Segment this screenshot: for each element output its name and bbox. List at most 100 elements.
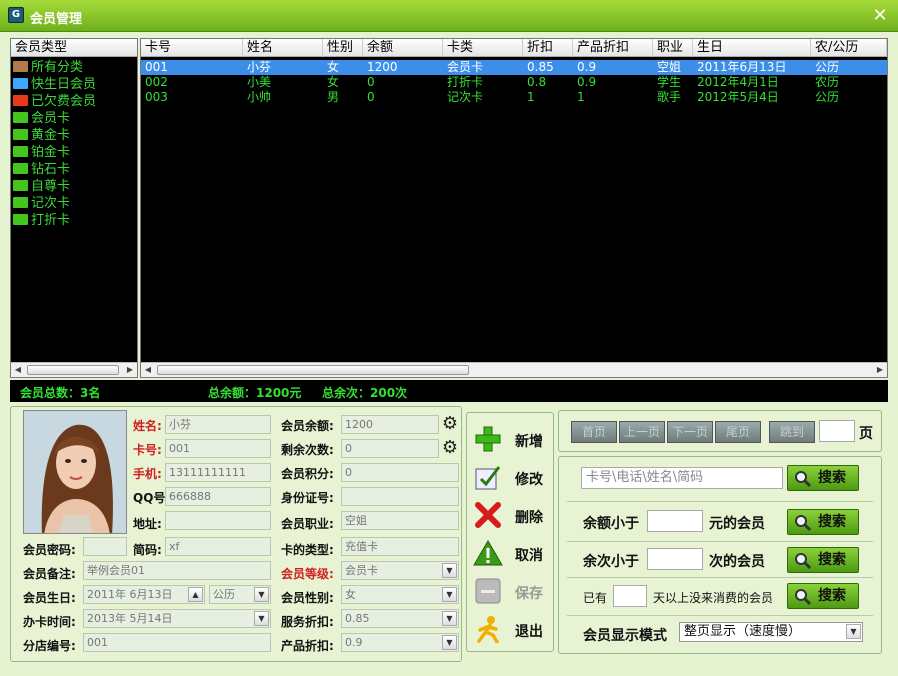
balance-search-button[interactable]: 搜索 <box>787 509 859 535</box>
display-mode-select[interactable]: 整页显示（速度慢） ▼ <box>679 622 863 642</box>
idle-search-button[interactable]: 搜索 <box>787 583 859 609</box>
col-header-gender[interactable]: 性别 <box>323 39 363 57</box>
phone-field[interactable]: 13111111111 <box>165 463 271 482</box>
tree-item-label: 快生日会员 <box>31 77 97 92</box>
points-field[interactable]: 0 <box>341 463 459 482</box>
col-header-card-type[interactable]: 卡类 <box>443 39 523 57</box>
table-cell: 女 <box>327 75 340 89</box>
col-header-name[interactable]: 姓名 <box>243 39 323 57</box>
gender-select[interactable]: 女 ▼ <box>341 585 459 604</box>
id-field[interactable] <box>341 487 459 506</box>
birthday-picker[interactable]: 2011年 6月13日 ▲ <box>83 585 205 604</box>
balance-threshold-input[interactable] <box>647 510 703 532</box>
tree-item-label: 打折卡 <box>31 213 71 228</box>
qq-field[interactable]: 666888 <box>165 487 271 506</box>
cancel-button[interactable]: 取消 <box>471 537 551 569</box>
chevron-down-icon[interactable]: ▼ <box>442 563 457 578</box>
card-date-picker[interactable]: 2013年 5月14日 ▼ <box>83 609 271 628</box>
card-type-field[interactable]: 充值卡 <box>341 537 459 556</box>
card-field[interactable]: 001 <box>165 439 271 458</box>
folder-icon <box>13 112 28 123</box>
tree-item[interactable]: 自尊卡 <box>13 178 70 195</box>
keyword-input[interactable]: 卡号\电话\姓名\简码 <box>581 467 783 489</box>
spin-icon[interactable]: ▲ <box>188 587 203 602</box>
idle-days-input[interactable] <box>613 585 647 607</box>
prev-page-button[interactable]: 上一页 <box>619 421 665 443</box>
times-search-button[interactable]: 搜索 <box>787 547 859 573</box>
tree-item[interactable]: 已欠费会员 <box>13 93 96 110</box>
scroll-right-icon[interactable]: ▶ <box>123 363 137 377</box>
scroll-right-icon[interactable]: ▶ <box>873 363 887 377</box>
calendar-select[interactable]: 公历 ▼ <box>209 585 271 604</box>
times-threshold-input[interactable] <box>647 548 703 570</box>
exit-button[interactable]: 退出 <box>471 613 551 645</box>
chevron-down-icon[interactable]: ▼ <box>442 635 457 650</box>
page-input[interactable] <box>819 420 855 442</box>
table-cell: 女 <box>327 60 340 74</box>
tree-item-label: 铂金卡 <box>31 145 71 160</box>
job-field[interactable]: 空姐 <box>341 511 459 530</box>
balance-field[interactable]: 1200 <box>341 415 439 434</box>
table-cell: 0 <box>367 90 375 104</box>
password-field[interactable] <box>83 537 127 556</box>
gear-icon[interactable]: ⚙ <box>441 439 459 457</box>
abbr-field[interactable]: xf <box>165 537 271 556</box>
col-header-discount[interactable]: 折扣 <box>523 39 573 57</box>
tree-item[interactable]: 黄金卡 <box>13 127 70 144</box>
close-icon[interactable]: ✕ <box>870 6 890 26</box>
jump-button[interactable]: 跳到 <box>769 421 815 443</box>
table-row[interactable]: 001 小芬 女 1200 会员卡 0.85 0.9 空姐 2011年6月13日 公历 <box>141 60 887 75</box>
times-field[interactable]: 0 <box>341 439 439 458</box>
address-field[interactable] <box>165 511 271 530</box>
gear-icon[interactable]: ⚙ <box>441 415 459 433</box>
col-header-product-discount[interactable]: 产品折扣 <box>573 39 653 57</box>
table-row[interactable]: 003 小帅 男 0 记次卡 1 1 歌手 2012年5月4日 公历 <box>141 90 887 105</box>
table-cell: 002 <box>145 75 168 89</box>
chevron-down-icon[interactable]: ▼ <box>254 611 269 626</box>
next-page-button[interactable]: 下一页 <box>667 421 713 443</box>
address-label: 地址: <box>133 517 162 531</box>
tree-item[interactable]: 会员卡 <box>13 110 70 127</box>
chevron-down-icon[interactable]: ▼ <box>846 624 861 639</box>
col-header-job[interactable]: 职业 <box>653 39 693 57</box>
grid-hscrollbar[interactable]: ◀ ▶ <box>141 362 887 377</box>
member-photo[interactable] <box>23 410 127 534</box>
phone-label: 手机: <box>133 467 162 481</box>
delete-button[interactable]: 删除 <box>471 499 551 531</box>
col-header-birthday[interactable]: 生日 <box>693 39 811 57</box>
col-header-balance[interactable]: 余额 <box>363 39 443 57</box>
remark-field[interactable]: 举例会员01 <box>83 561 271 580</box>
tree-item[interactable]: 所有分类 <box>13 59 83 76</box>
col-header-card[interactable]: 卡号 <box>141 39 243 57</box>
service-discount-select[interactable]: 0.85 ▼ <box>341 609 459 628</box>
chevron-down-icon[interactable]: ▼ <box>254 587 269 602</box>
chevron-down-icon[interactable]: ▼ <box>442 611 457 626</box>
first-page-button[interactable]: 首页 <box>571 421 617 443</box>
level-select[interactable]: 会员卡 ▼ <box>341 561 459 580</box>
product-discount-select[interactable]: 0.9 ▼ <box>341 633 459 652</box>
keyword-search-button[interactable]: 搜索 <box>787 465 859 491</box>
edit-button[interactable]: 修改 <box>471 461 551 493</box>
scroll-left-icon[interactable]: ◀ <box>141 363 155 377</box>
scroll-thumb[interactable] <box>157 365 469 375</box>
tree-item[interactable]: 快生日会员 <box>13 76 96 93</box>
tree-item[interactable]: 钻石卡 <box>13 161 70 178</box>
tree-item[interactable]: 铂金卡 <box>13 144 70 161</box>
col-header-calendar[interactable]: 农/公历 <box>811 39 887 57</box>
password-label: 会员密码: <box>23 543 76 557</box>
scroll-thumb[interactable] <box>27 365 119 375</box>
save-button[interactable]: 保存 <box>471 575 551 607</box>
service-discount-value: 0.85 <box>345 612 370 625</box>
scroll-left-icon[interactable]: ◀ <box>11 363 25 377</box>
chevron-down-icon[interactable]: ▼ <box>442 587 457 602</box>
tree-hscrollbar[interactable]: ◀ ▶ <box>11 362 137 377</box>
last-page-button[interactable]: 尾页 <box>715 421 761 443</box>
branch-field[interactable]: 001 <box>83 633 271 652</box>
tree-item[interactable]: 打折卡 <box>13 212 70 229</box>
table-cell: 2012年4月1日 <box>697 75 779 89</box>
name-field[interactable]: 小芬 <box>165 415 271 434</box>
balance-suffix: 元的会员 <box>709 516 765 532</box>
add-button[interactable]: 新增 <box>471 423 551 455</box>
tree-item[interactable]: 记次卡 <box>13 195 70 212</box>
table-row[interactable]: 002 小美 女 0 打折卡 0.8 0.9 学生 2012年4月1日 农历 <box>141 75 887 90</box>
